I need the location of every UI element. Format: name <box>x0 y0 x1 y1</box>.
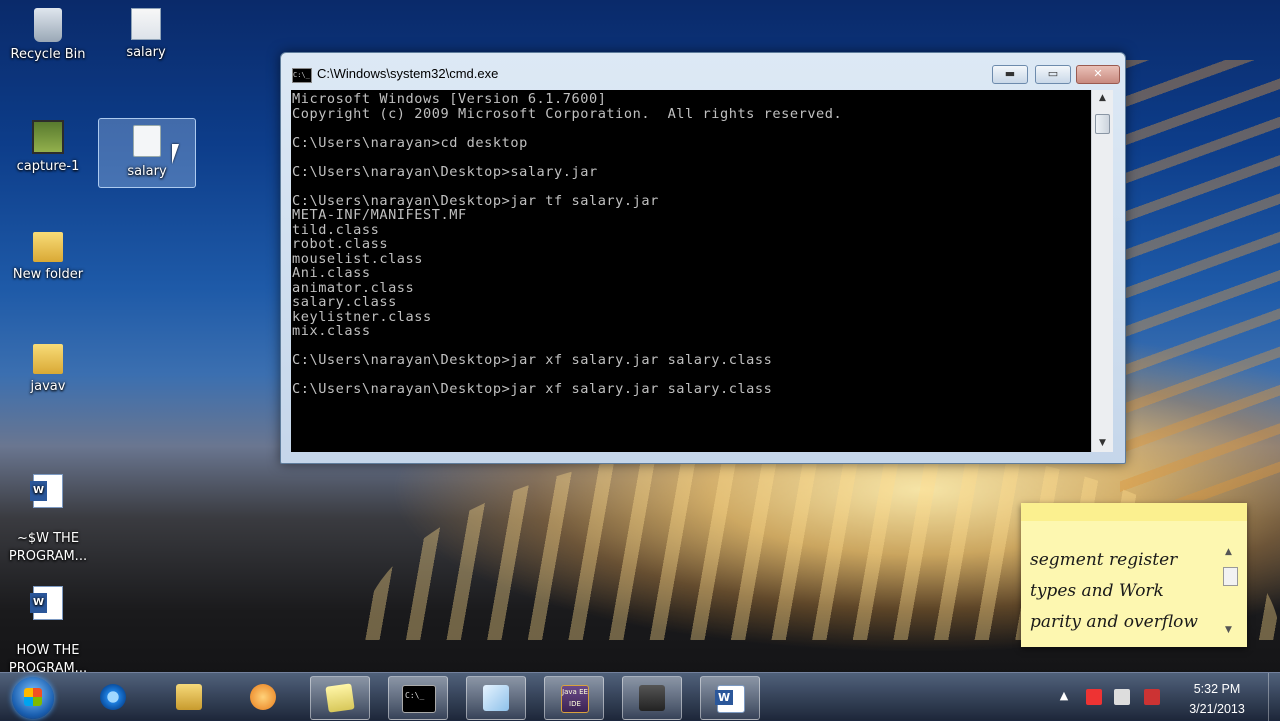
wallpaper-glow <box>1120 60 1280 500</box>
cmd-vertical-scrollbar[interactable]: ▲ ▼ <box>1091 90 1113 452</box>
scroll-thumb[interactable] <box>1223 567 1238 586</box>
taskbar-java-ee-ide[interactable]: Java EE IDE <box>544 676 604 720</box>
windows-explorer-icon <box>176 684 202 710</box>
minimize-button[interactable]: ▬ <box>992 65 1028 84</box>
cmd-console[interactable]: Microsoft Windows [Version 6.1.7600] Cop… <box>291 90 1091 452</box>
clock-time: 5:32 PM <box>1193 682 1241 696</box>
taskbar-video-camera[interactable] <box>622 676 682 720</box>
taskbar-clock[interactable]: 5:32 PM 3/21/2013 <box>1176 679 1258 719</box>
show-desktop-button[interactable] <box>1268 673 1280 721</box>
cmd-output-text: Microsoft Windows [Version 6.1.7600] Cop… <box>292 91 843 397</box>
word-document-icon <box>30 474 63 508</box>
jar-file-icon <box>131 8 161 40</box>
recycle-bin-icon <box>34 8 62 42</box>
cmd-window-title: C:\Windows\system32\cmd.exe <box>317 66 499 81</box>
sticky-note-line: parity and overflow <box>1030 612 1198 632</box>
taskbar-word[interactable] <box>700 676 760 720</box>
cmd-window-icon: C:\_ <box>292 68 312 83</box>
document-file-icon <box>133 125 161 157</box>
sticky-note[interactable]: segment register types and Work parity a… <box>1021 503 1247 647</box>
desktop-icon-label: ~$W THE PROGRAM... <box>8 531 88 564</box>
sticky-note-text[interactable]: segment register types and Work parity a… <box>1030 545 1230 638</box>
scroll-up-arrow-icon[interactable]: ▲ <box>1092 90 1113 107</box>
word-icon <box>715 685 745 713</box>
internet-explorer-icon <box>100 684 126 710</box>
desktop-icon-label: Recycle Bin <box>10 47 86 62</box>
desktop-icon-recycle-bin[interactable]: Recycle Bin <box>0 8 96 64</box>
taskbar: C:\_ Java EE IDE ▲ 5:32 PM 3/21/2013 <box>0 672 1280 721</box>
glass-window-icon <box>483 685 509 711</box>
sticky-notes-icon <box>325 683 355 713</box>
desktop-icon-javav[interactable]: javav <box>0 344 96 396</box>
taskbar-internet-explorer[interactable] <box>84 676 142 718</box>
taskbar-sticky-notes[interactable] <box>310 676 370 720</box>
cmd-window[interactable]: C:\_ C:\Windows\system32\cmd.exe ▬ ▭ ✕ M… <box>280 52 1126 464</box>
java-ee-ide-icon: Java EE IDE <box>561 685 589 713</box>
desktop-icon-label: javav <box>30 379 66 394</box>
video-file-icon <box>32 120 64 154</box>
media-player-icon <box>250 684 276 710</box>
taskbar-media-player[interactable] <box>234 676 292 718</box>
sticky-note-scrollbar[interactable]: ▲ ▼ <box>1221 545 1241 635</box>
desktop-icon-label: capture-1 <box>16 159 80 174</box>
taskbar-windows-explorer[interactable] <box>160 676 218 718</box>
show-hidden-icons-arrow-icon[interactable]: ▲ <box>1056 689 1072 705</box>
action-center-flag-icon[interactable] <box>1086 689 1102 705</box>
taskbar-command-prompt[interactable]: C:\_ <box>388 676 448 720</box>
cmd-title-bar[interactable]: C:\_ C:\Windows\system32\cmd.exe ▬ ▭ ✕ <box>281 53 1125 89</box>
scroll-down-arrow-icon[interactable]: ▼ <box>1225 625 1232 635</box>
scroll-thumb[interactable] <box>1095 114 1110 134</box>
maximize-button[interactable]: ▭ <box>1035 65 1071 84</box>
start-button[interactable] <box>12 677 54 719</box>
desktop-icon-capture-1[interactable]: capture-1 <box>0 120 96 176</box>
video-camera-icon <box>639 685 665 711</box>
taskbar-glass-window[interactable] <box>466 676 526 720</box>
desktop-icon-label: salary <box>126 45 166 60</box>
scroll-down-arrow-icon[interactable]: ▼ <box>1092 435 1113 452</box>
desktop-icon-temp-word-doc[interactable]: ~$W THE PROGRAM... <box>0 456 96 584</box>
volume-muted-icon[interactable] <box>1144 689 1160 705</box>
clock-date: 3/21/2013 <box>1189 702 1245 716</box>
desktop-icon-label: New folder <box>12 267 84 282</box>
desktop-icon-new-folder[interactable]: New folder <box>0 232 96 284</box>
command-prompt-icon: C:\_ <box>402 685 436 713</box>
folder-icon <box>33 344 63 374</box>
network-icon[interactable] <box>1114 689 1130 705</box>
close-button[interactable]: ✕ <box>1076 65 1120 84</box>
folder-icon <box>33 232 63 262</box>
sticky-note-line: segment register <box>1030 550 1178 570</box>
word-document-icon <box>30 586 63 620</box>
desktop-icon-label: salary <box>127 164 167 179</box>
scroll-up-arrow-icon[interactable]: ▲ <box>1225 547 1232 557</box>
sticky-note-header[interactable] <box>1021 503 1247 521</box>
mouse-cursor-icon <box>172 144 186 164</box>
sticky-note-line: types and Work <box>1030 581 1164 601</box>
desktop-icon-salary-file[interactable]: salary <box>98 8 194 62</box>
